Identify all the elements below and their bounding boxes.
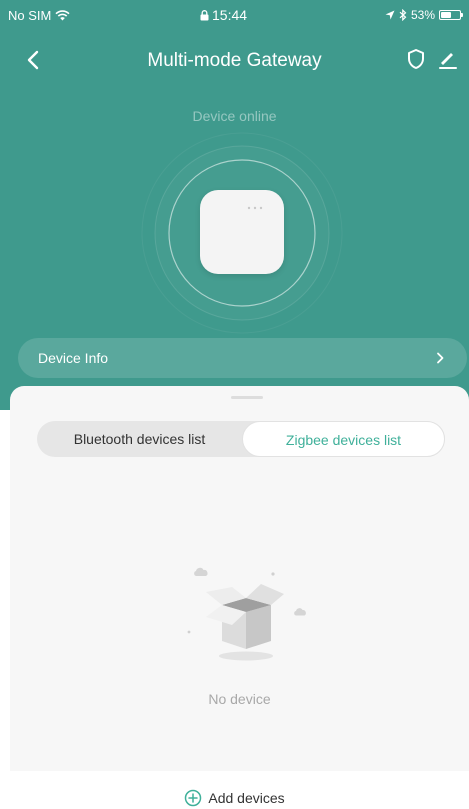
device-list-tabs: Bluetooth devices list Zigbee devices li… (37, 421, 445, 457)
tab-zigbee-devices[interactable]: Zigbee devices list (242, 421, 445, 457)
chevron-right-icon (437, 352, 444, 364)
device-info-row[interactable]: Device Info (18, 338, 467, 378)
add-devices-label: Add devices (208, 790, 285, 806)
empty-box-illustration (187, 567, 306, 661)
device-info-label: Device Info (38, 350, 109, 366)
plus-circle-icon (185, 789, 202, 807)
gateway-indicator-dots (247, 206, 263, 210)
add-devices-content: Add devices (184, 789, 285, 807)
device-header: No SIM 15:44 53% Multi-mode Gateway Devi… (0, 0, 469, 410)
devices-sheet: Bluetooth devices list Zigbee devices li… (10, 386, 469, 771)
screen: No SIM 15:44 53% Multi-mode Gateway Devi… (0, 0, 469, 809)
sheet-drag-handle[interactable] (231, 396, 263, 399)
tab-bluetooth-devices[interactable]: Bluetooth devices list (37, 421, 242, 457)
gateway-device-image (200, 190, 284, 274)
add-devices-button[interactable]: Add devices (0, 789, 469, 809)
empty-state-text: No device (208, 691, 271, 707)
